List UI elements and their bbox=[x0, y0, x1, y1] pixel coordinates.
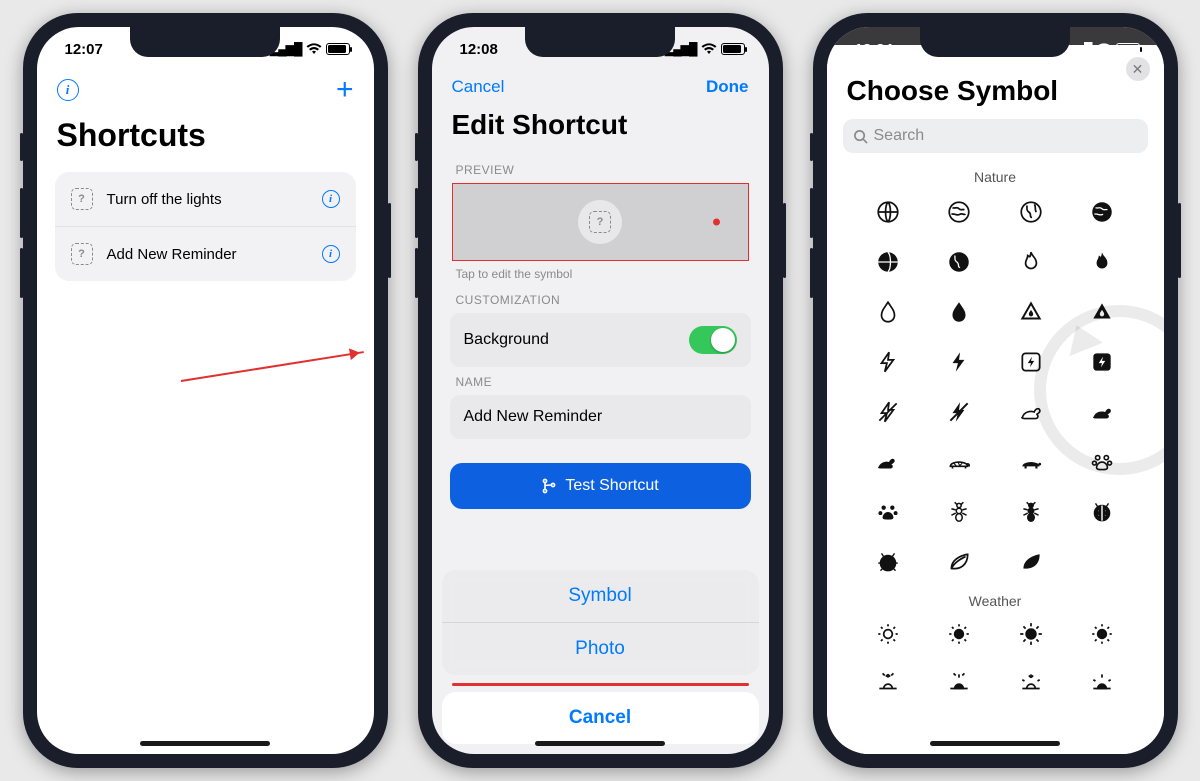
flame-icon[interactable] bbox=[995, 245, 1066, 279]
symbol-grid-weather bbox=[827, 615, 1164, 699]
status-icons: ▂▄▆█ bbox=[1060, 42, 1139, 56]
list-item[interactable]: ? Turn off the lights i bbox=[55, 172, 356, 226]
list-item[interactable]: ? Add New Reminder i bbox=[55, 226, 356, 281]
shortcut-label: Turn off the lights bbox=[107, 191, 308, 208]
section-nature: Nature bbox=[827, 159, 1164, 191]
test-shortcut-label: Test Shortcut bbox=[565, 477, 658, 495]
search-input[interactable]: Search bbox=[843, 119, 1148, 153]
tortoise-fill-icon[interactable] bbox=[995, 445, 1066, 479]
name-field[interactable]: Add New Reminder bbox=[450, 395, 751, 439]
preview-hint: Tap to edit the symbol bbox=[432, 261, 769, 285]
shortcut-list: ? Turn off the lights i ? Add New Remind… bbox=[55, 172, 356, 281]
shortcut-placeholder-icon: ? bbox=[71, 188, 93, 210]
search-placeholder: Search bbox=[874, 127, 925, 145]
ladybug-fill-icon[interactable] bbox=[853, 545, 924, 579]
hare-fill-icon[interactable] bbox=[853, 445, 924, 479]
cancel-button[interactable]: Cancel bbox=[452, 77, 505, 97]
bolt-fill-icon[interactable] bbox=[924, 345, 995, 379]
globe-fill-icon[interactable] bbox=[853, 245, 924, 279]
sun-fill-icon[interactable] bbox=[924, 617, 995, 651]
section-weather: Weather bbox=[827, 579, 1164, 615]
leaf-icon[interactable] bbox=[924, 545, 995, 579]
status-time: 12:08 bbox=[460, 41, 498, 58]
globe-icon[interactable] bbox=[924, 195, 995, 229]
section-label-customization: CUSTOMIZATION bbox=[432, 285, 769, 313]
action-sheet: Symbol Photo bbox=[442, 570, 759, 675]
flame-fill-icon[interactable] bbox=[1066, 245, 1137, 279]
sun-icon[interactable] bbox=[853, 617, 924, 651]
leaf-fill-icon[interactable] bbox=[995, 545, 1066, 579]
item-info-icon[interactable]: i bbox=[322, 190, 340, 208]
globe-icon[interactable] bbox=[995, 195, 1066, 229]
page-title: Shortcuts bbox=[37, 113, 374, 172]
bolt-slash-icon[interactable] bbox=[853, 395, 924, 429]
globe-icon[interactable] bbox=[853, 195, 924, 229]
shortcut-label: Add New Reminder bbox=[107, 246, 308, 263]
section-label-preview: PREVIEW bbox=[432, 155, 769, 183]
drop-icon[interactable] bbox=[853, 295, 924, 329]
status-icons: ▂▄▆█ bbox=[665, 42, 744, 56]
drop-fill-icon[interactable] bbox=[924, 295, 995, 329]
ant-fill-icon[interactable] bbox=[995, 495, 1066, 529]
background-toggle-row[interactable]: Background bbox=[450, 313, 751, 367]
sheet-option-photo[interactable]: Photo bbox=[442, 622, 759, 675]
annotation-dot bbox=[713, 219, 720, 226]
globe-fill-icon[interactable] bbox=[1066, 195, 1137, 229]
done-button[interactable]: Done bbox=[706, 77, 749, 97]
branch-icon bbox=[541, 478, 557, 494]
home-indicator[interactable] bbox=[535, 741, 665, 746]
shortcut-placeholder-icon: ? bbox=[589, 211, 611, 233]
item-info-icon[interactable]: i bbox=[322, 245, 340, 263]
ant-icon[interactable] bbox=[924, 495, 995, 529]
sunset-fill-icon[interactable] bbox=[1066, 665, 1137, 699]
sheet-option-symbol[interactable]: Symbol bbox=[442, 570, 759, 622]
sheet-cancel-button[interactable]: Cancel bbox=[442, 692, 759, 744]
symbol-preview[interactable]: ? bbox=[452, 183, 749, 261]
info-icon[interactable]: i bbox=[57, 79, 79, 101]
page-title: Edit Shortcut bbox=[432, 107, 769, 155]
status-time: 12:34 bbox=[855, 41, 893, 58]
shortcut-placeholder-icon: ? bbox=[71, 243, 93, 265]
sunrise-fill-icon[interactable] bbox=[924, 665, 995, 699]
pawprint-fill-icon[interactable] bbox=[853, 495, 924, 529]
bolt-icon[interactable] bbox=[853, 345, 924, 379]
home-indicator[interactable] bbox=[140, 741, 270, 746]
tortoise-icon[interactable] bbox=[924, 445, 995, 479]
add-button[interactable]: + bbox=[336, 75, 354, 105]
globe-fill-icon[interactable] bbox=[924, 245, 995, 279]
sunrise-icon[interactable] bbox=[853, 665, 924, 699]
bolt-slash-fill-icon[interactable] bbox=[924, 395, 995, 429]
annotation-line bbox=[452, 683, 749, 686]
status-time: 12:07 bbox=[65, 41, 103, 58]
status-icons: ▂▄▆█ bbox=[270, 42, 349, 56]
sunset-icon[interactable] bbox=[995, 665, 1066, 699]
test-shortcut-button[interactable]: Test Shortcut bbox=[450, 463, 751, 509]
background-label: Background bbox=[464, 331, 549, 349]
sun-fill-icon[interactable] bbox=[995, 617, 1066, 651]
search-icon bbox=[853, 129, 868, 144]
section-label-name: NAME bbox=[432, 367, 769, 395]
annotation-arrow bbox=[180, 351, 363, 382]
background-toggle[interactable] bbox=[689, 326, 737, 354]
ladybug-icon[interactable] bbox=[1066, 495, 1137, 529]
home-indicator[interactable] bbox=[930, 741, 1060, 746]
sun-fill-icon[interactable] bbox=[1066, 617, 1137, 651]
